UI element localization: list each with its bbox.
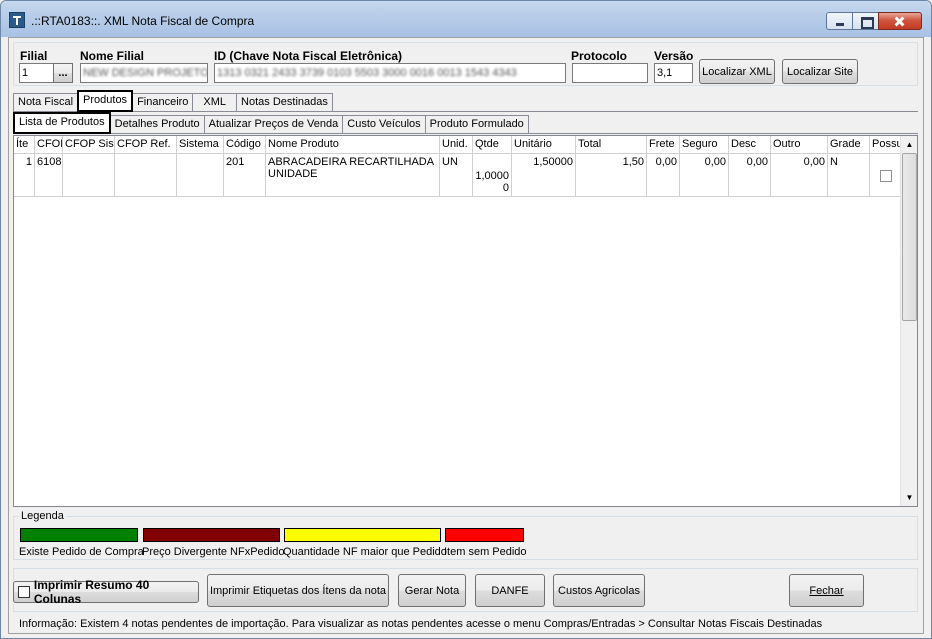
legend-label-sem-pedido: Item sem Pedido — [444, 546, 527, 558]
cell-desc: 0,00 — [729, 154, 771, 197]
tab-atualizar-precos[interactable]: Atualizar Preços de Venda — [203, 115, 344, 133]
col-unitario[interactable]: Unitário — [512, 136, 576, 154]
legend-swatch-yellow — [284, 528, 441, 542]
danfe-button[interactable]: DANFE — [475, 574, 545, 607]
minimize-icon[interactable] — [826, 12, 853, 30]
legend-swatch-darkred — [143, 528, 280, 542]
close-icon[interactable] — [878, 12, 922, 30]
protocolo-label: Protocolo — [571, 49, 627, 63]
fechar-label: Fechar — [809, 584, 844, 597]
versao-label: Versão — [654, 49, 694, 63]
localizar-site-button[interactable]: Localizar Site — [782, 59, 858, 84]
col-cfop-ref[interactable]: CFOP Ref. — [115, 136, 177, 154]
scroll-thumb[interactable] — [902, 153, 917, 321]
tab-lista-de-produtos[interactable]: Lista de Produtos — [13, 112, 111, 134]
grid-header: Íte CFOF CFOP Sis. CFOP Ref. Sistema Cód… — [14, 136, 901, 154]
tab-xml[interactable]: XML — [192, 93, 238, 111]
cell-possui — [870, 154, 901, 197]
caption-buttons — [826, 12, 922, 30]
nome-filial-value: NEW DESIGN PROJETO SI — [83, 67, 208, 79]
col-qtde[interactable]: Qtde — [473, 136, 512, 154]
tab-financeiro[interactable]: Financeiro — [132, 93, 194, 111]
col-unid[interactable]: Unid. — [440, 136, 473, 154]
tab-notas-destinadas[interactable]: Notas Destinadas — [236, 93, 333, 111]
cell-cfop-sis — [63, 154, 115, 197]
tab-produtos[interactable]: Produtos — [77, 90, 134, 112]
col-frete[interactable]: Frete — [647, 136, 680, 154]
possui-checkbox[interactable] — [880, 170, 892, 182]
main-tabs: Nota Fiscal Produtos Financeiro XML Nota… — [13, 90, 333, 112]
col-total[interactable]: Total — [576, 136, 647, 154]
cell-qtde: 1,0000 0 — [473, 154, 512, 197]
col-grade[interactable]: Grade — [828, 136, 870, 154]
filial-label: Filial — [20, 49, 48, 63]
title-bar[interactable]: .::RTA0183::. XML Nota Fiscal de Compra — [1, 1, 931, 37]
scroll-up-icon[interactable]: ▲ — [901, 136, 918, 153]
cell-seguro: 0,00 — [680, 154, 729, 197]
custos-agricolas-button[interactable]: Custos Agricolas — [553, 574, 645, 607]
chave-input[interactable]: 1313 0321 2433 3739 0103 5503 3000 0016 … — [214, 63, 566, 83]
col-sistema[interactable]: Sistema — [177, 136, 224, 154]
legend-title: Legenda — [19, 510, 66, 522]
scroll-down-icon[interactable]: ▼ — [901, 489, 918, 506]
imprimir-etiquetas-button[interactable]: Imprimir Etiquetas dos Ítens da nota — [207, 574, 389, 607]
checkbox-icon — [18, 586, 30, 598]
chave-label: ID (Chave Nota Fiscal Eletrônica) — [214, 49, 403, 63]
tab-detalhes-produto[interactable]: Detalhes Produto — [109, 115, 205, 133]
col-codigo[interactable]: Código — [224, 136, 266, 154]
legend-swatch-green — [20, 528, 138, 542]
tab-nota-fiscal[interactable]: Nota Fiscal — [13, 93, 79, 111]
maximize-icon[interactable] — [852, 12, 879, 30]
cell-item: 1 — [14, 154, 35, 197]
cell-total: 1,50 — [576, 154, 647, 197]
cell-outro: 0,00 — [771, 154, 828, 197]
versao-input[interactable]: 3,1 — [654, 63, 693, 83]
cell-cfop: 6108 — [35, 154, 63, 197]
tab-custo-veiculos[interactable]: Custo Veículos — [342, 115, 426, 133]
legend-group: Legenda Existe Pedido de Compra Preço Di… — [13, 510, 918, 560]
filial-lookup-button[interactable]: ... — [53, 63, 73, 83]
cell-nome-produto: ABRACADEIRA RECARTILHADA UNIDADE — [266, 154, 440, 197]
app-icon — [9, 12, 25, 28]
col-nome-produto[interactable]: Nome Produto — [266, 136, 440, 154]
table-row[interactable]: 1 6108 201 ABRACADEIRA RECARTILHADA UNID… — [14, 154, 901, 197]
cell-unid: UN — [440, 154, 473, 197]
cell-grade: N — [828, 154, 870, 197]
tab-produto-formulado[interactable]: Produto Formulado — [424, 115, 529, 133]
imprimir-resumo-checkbox[interactable]: Imprimir Resumo 40 Colunas — [13, 578, 199, 606]
gerar-nota-button[interactable]: Gerar Nota — [398, 574, 466, 607]
main-window: .::RTA0183::. XML Nota Fiscal de Compra … — [0, 0, 932, 639]
col-seguro[interactable]: Seguro — [680, 136, 729, 154]
products-grid[interactable]: Íte CFOF CFOP Sis. CFOP Ref. Sistema Cód… — [13, 135, 918, 507]
grid-vertical-scrollbar[interactable]: ▲ ▼ — [900, 136, 917, 506]
cell-frete: 0,00 — [647, 154, 680, 197]
cell-sistema — [177, 154, 224, 197]
chave-value: 1313 0321 2433 3739 0103 5503 3000 0016 … — [217, 67, 517, 79]
sub-tabs: Lista de Produtos Detalhes Produto Atual… — [13, 112, 529, 134]
nome-filial-label: Nome Filial — [80, 49, 145, 63]
info-message: Informação: Existem 4 notas pendentes de… — [19, 618, 823, 630]
legend-label-quantidade: Quantidade NF maior que Pedido — [283, 546, 447, 558]
fechar-button[interactable]: Fechar — [789, 574, 864, 607]
col-possui[interactable]: Possu — [870, 136, 901, 154]
nome-filial-input: NEW DESIGN PROJETO SI — [80, 63, 208, 83]
col-outro[interactable]: Outro — [771, 136, 828, 154]
window-title: .::RTA0183::. XML Nota Fiscal de Compra — [31, 14, 255, 28]
cell-unitario: 1,50000 — [512, 154, 576, 197]
col-cfop-sis[interactable]: CFOP Sis. — [63, 136, 115, 154]
imprimir-resumo-label: Imprimir Resumo 40 Colunas — [33, 578, 150, 606]
legend-swatch-red — [445, 528, 524, 542]
legend-label-pedido: Existe Pedido de Compra — [19, 546, 144, 558]
localizar-xml-button[interactable]: Localizar XML — [699, 59, 775, 84]
cell-codigo: 201 — [224, 154, 266, 197]
col-cfop[interactable]: CFOF — [35, 136, 63, 154]
legend-label-preco: Preço Divergente NFxPedido — [142, 546, 285, 558]
filial-input[interactable]: 1 — [19, 63, 54, 83]
col-item[interactable]: Íte — [14, 136, 35, 154]
protocolo-input[interactable] — [572, 63, 648, 83]
cell-cfop-ref — [115, 154, 177, 197]
form-client-area: Filial 1 ... Nome Filial NEW DESIGN PROJ… — [8, 37, 924, 634]
col-desc[interactable]: Desc — [729, 136, 771, 154]
